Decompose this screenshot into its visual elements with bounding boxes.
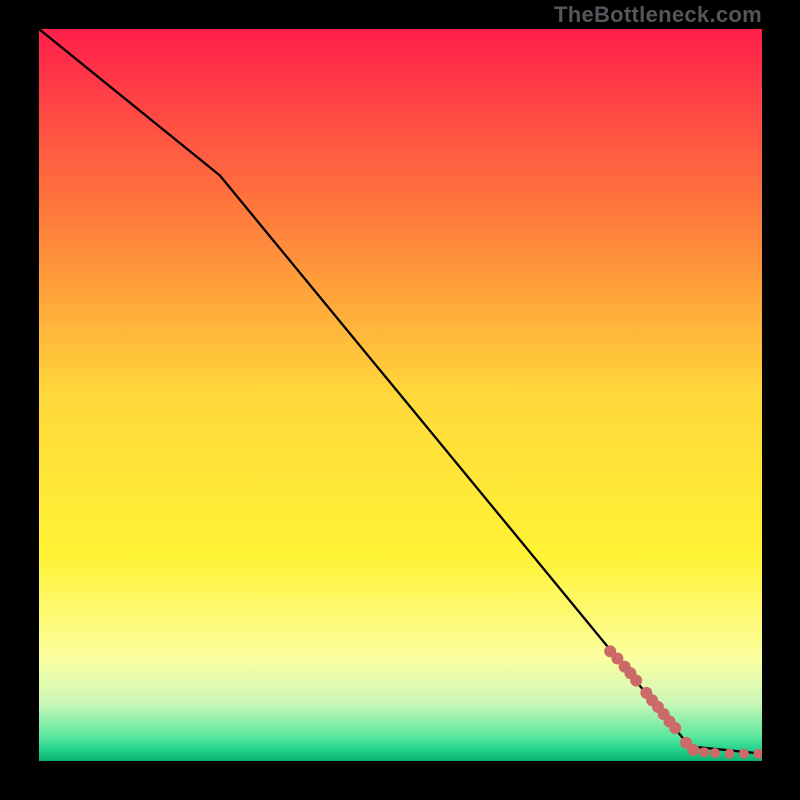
watermark-text: TheBottleneck.com <box>554 2 762 28</box>
data-marker <box>724 749 734 759</box>
data-marker <box>630 674 642 686</box>
data-marker <box>687 744 699 756</box>
data-marker <box>669 722 681 734</box>
chart-svg <box>39 29 762 761</box>
data-marker <box>710 748 720 758</box>
plot-area <box>39 29 762 761</box>
data-marker <box>739 749 749 759</box>
chart-container: TheBottleneck.com <box>0 0 800 800</box>
data-marker <box>699 747 709 757</box>
